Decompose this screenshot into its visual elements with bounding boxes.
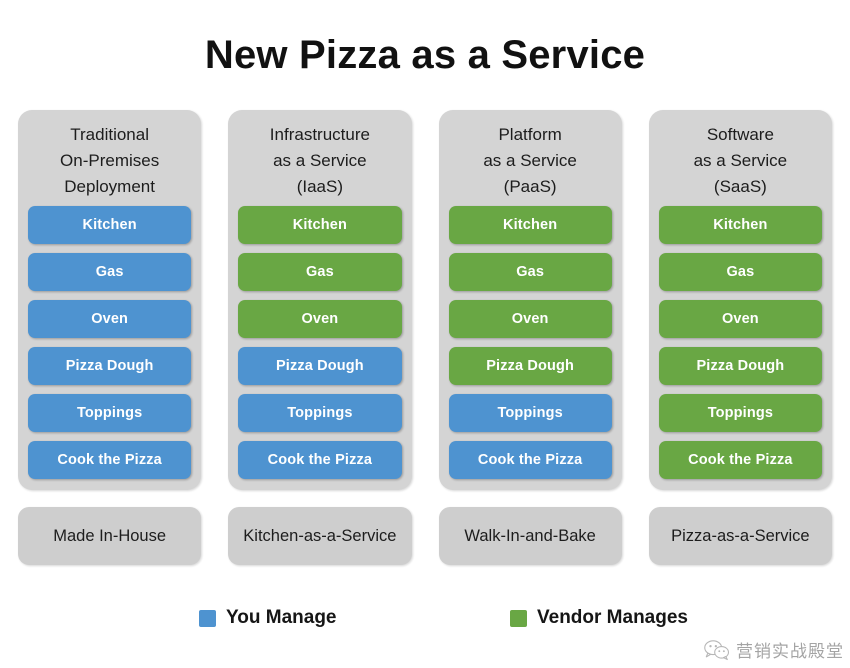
column-header-line: as a Service	[693, 151, 788, 170]
service-column-saas: Software as a Service (SaaS) Kitchen Gas Oven…	[648, 110, 832, 490]
wechat-icon	[704, 639, 730, 661]
column-header-line: Platform	[498, 125, 562, 144]
layer-cell: Toppings	[658, 394, 822, 432]
layer-cell: Toppings	[238, 394, 402, 432]
layer-cell: Oven	[28, 300, 192, 338]
legend-swatch-blue-icon	[199, 609, 216, 627]
layer-cell: Oven	[448, 300, 612, 338]
legend-item-vendor-manages: Vendor Manages	[510, 607, 688, 629]
layer-cell: Cook the Pizza	[448, 441, 612, 479]
column-header-line: (SaaS)	[713, 177, 767, 196]
column-header-line: Deployment	[64, 177, 155, 196]
column-header-traditional: Traditional On-Premises Deployment	[28, 122, 191, 206]
legend-item-you-manage: You Manage	[199, 607, 337, 629]
column-header-line: (PaaS)	[503, 177, 557, 196]
layer-stack-saas: Kitchen Gas Oven Pizza Dough Toppings Cook th…	[658, 206, 822, 481]
service-column-iaas: Infrastructure as a Service (IaaS) Kitchen G…	[228, 110, 412, 490]
caption-paas: Walk-In-and-Bake	[438, 507, 622, 565]
layer-cell: Pizza Dough	[28, 347, 192, 385]
layer-cell: Cook the Pizza	[28, 441, 192, 479]
layer-cell: Gas	[658, 253, 822, 291]
layer-cell: Pizza Dough	[448, 347, 612, 385]
layer-cell: Kitchen	[238, 206, 402, 244]
column-header-line: as a Service	[273, 151, 367, 170]
layer-cell: Toppings	[448, 394, 612, 432]
layer-cell: Cook the Pizza	[658, 441, 822, 479]
layer-cell: Toppings	[28, 394, 192, 432]
service-model-columns: Traditional On-Premises Deployment Kitchen G…	[18, 110, 832, 490]
layer-cell: Gas	[448, 253, 612, 291]
layer-cell: Oven	[658, 300, 822, 338]
layer-cell: Kitchen	[28, 206, 192, 244]
layer-cell: Pizza Dough	[658, 347, 822, 385]
column-header-saas: Software as a Service (SaaS)	[659, 122, 822, 206]
column-header-line: (IaaS)	[296, 177, 344, 196]
caption-saas: Pizza-as-a-Service	[648, 507, 832, 565]
layer-cell: Oven	[238, 300, 402, 338]
legend-swatch-green-icon	[510, 609, 527, 627]
layer-stack-paas: Kitchen Gas Oven Pizza Dough Toppings Cook th…	[448, 206, 612, 481]
layer-cell: Gas	[238, 253, 402, 291]
layer-cell: Pizza Dough	[238, 347, 402, 385]
layer-cell: Kitchen	[448, 206, 612, 244]
service-column-paas: Platform as a Service (PaaS) Kitchen Gas Oven…	[438, 110, 622, 490]
page-title: New Pizza as a Service	[204, 33, 646, 77]
legend: You Manage Vendor Manages	[0, 603, 850, 637]
watermark-text: 营销实战殿堂	[736, 642, 844, 662]
legend-label-you-manage: You Manage	[226, 607, 337, 628]
layer-cell: Kitchen	[658, 206, 822, 244]
column-header-line: Traditional	[70, 125, 149, 144]
caption-traditional: Made In-House	[18, 507, 202, 565]
layer-cell: Cook the Pizza	[238, 441, 402, 479]
caption-iaas: Kitchen-as-a-Service	[228, 507, 412, 565]
column-header-line: as a Service	[483, 151, 577, 170]
legend-label-vendor-manages: Vendor Manages	[537, 607, 688, 628]
column-header-line: On-Premises	[60, 151, 160, 170]
service-column-traditional: Traditional On-Premises Deployment Kitchen G…	[18, 110, 202, 490]
column-header-line: Software	[706, 125, 774, 144]
caption-bar-row: Made In-House Kitchen-as-a-Service Walk-In…	[18, 507, 832, 565]
column-header-line: Infrastructure	[269, 125, 370, 144]
watermark: 营销实战殿堂	[704, 637, 844, 662]
layer-stack-traditional: Kitchen Gas Oven Pizza Dough Toppings Cook th…	[28, 206, 192, 481]
column-header-paas: Platform as a Service (PaaS)	[449, 122, 612, 206]
layer-cell: Gas	[28, 253, 192, 291]
column-header-iaas: Infrastructure as a Service (IaaS)	[238, 122, 401, 206]
layer-stack-iaas: Kitchen Gas Oven Pizza Dough Toppings Cook th…	[238, 206, 402, 481]
